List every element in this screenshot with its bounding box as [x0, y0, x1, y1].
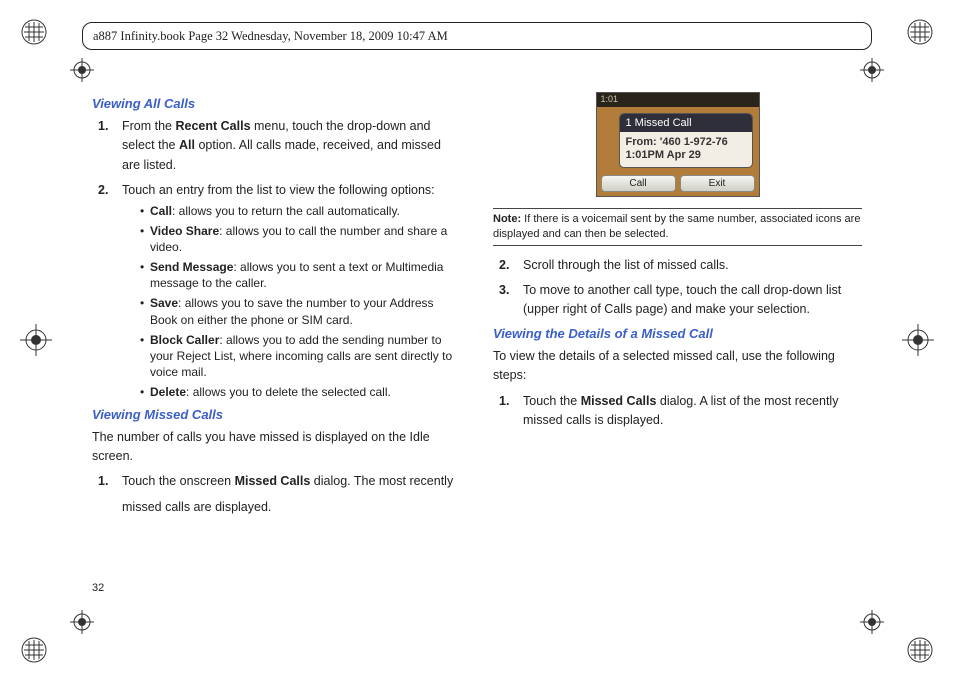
step-number: 2.	[98, 181, 108, 200]
step-continuation: missed calls are displayed.	[122, 498, 461, 517]
step-number: 1.	[499, 392, 509, 411]
body-paragraph: To view the details of a selected missed…	[493, 347, 862, 386]
phone-mock: 1:01 1 Missed Call From: '460 1-972-76 1…	[596, 92, 760, 197]
step-text: Touch an entry from the list to view the…	[122, 183, 435, 197]
body-paragraph: The number of calls you have missed is d…	[92, 428, 461, 467]
bullet-text: : allows you to save the number to your …	[150, 296, 434, 326]
printer-mark-crosshair-icon	[20, 324, 52, 356]
page-number: 32	[92, 582, 104, 594]
section-heading-details-missed-call: Viewing the Details of a Missed Call	[493, 326, 862, 341]
numbered-step: 1. From the Recent Calls menu, touch the…	[98, 117, 461, 175]
ui-term: Missed Calls	[581, 394, 657, 408]
dialog-time-line: 1:01PM Apr 29	[626, 149, 746, 161]
bullet-item: Video Share: allows you to call the numb…	[140, 223, 461, 255]
ui-term: Delete	[150, 385, 186, 399]
bullet-item: Save: allows you to save the number to y…	[140, 295, 461, 327]
printer-mark-crosshair-icon	[902, 324, 934, 356]
phone-statusbar: 1:01	[597, 93, 759, 107]
running-header: a887 Infinity.book Page 32 Wednesday, No…	[82, 22, 872, 50]
printer-mark-hatch-icon	[20, 636, 48, 664]
section-heading-viewing-missed-calls: Viewing Missed Calls	[92, 407, 461, 422]
missed-call-dialog: 1 Missed Call From: '460 1-972-76 1:01PM…	[619, 113, 753, 168]
dialog-from-line: From: '460 1-972-76	[626, 136, 746, 148]
ui-term: Video Share	[150, 224, 219, 238]
ui-term: Recent Calls	[176, 119, 251, 133]
printer-mark-hatch-icon	[20, 18, 48, 46]
numbered-step: 2. Scroll through the list of missed cal…	[499, 256, 862, 275]
step-text: Touch the onscreen	[122, 474, 235, 488]
step-text: From the	[122, 119, 176, 133]
note-box: Note: If there is a voicemail sent by th…	[493, 208, 862, 246]
ui-term: All	[179, 138, 195, 152]
printer-mark-crosshair-icon	[860, 610, 884, 634]
softkey-exit-button[interactable]: Exit	[680, 175, 755, 192]
numbered-step: 1. Touch the onscreen Missed Calls dialo…	[98, 472, 461, 491]
step-text: dialog. The most recently	[310, 474, 453, 488]
bullet-item: Block Caller: allows you to add the send…	[140, 332, 461, 381]
ui-term: Block Caller	[150, 333, 219, 347]
bullet-text: : allows you to return the call automati…	[172, 204, 400, 218]
note-text: If there is a voicemail sent by the same…	[493, 213, 860, 240]
step-text: Touch the	[523, 394, 581, 408]
printer-mark-hatch-icon	[906, 636, 934, 664]
printer-mark-crosshair-icon	[70, 610, 94, 634]
phone-screenshot: 1:01 1 Missed Call From: '460 1-972-76 1…	[493, 92, 862, 202]
numbered-step: 1. Touch the Missed Calls dialog. A list…	[499, 392, 862, 431]
step-number: 1.	[98, 117, 108, 136]
bullet-item: Send Message: allows you to sent a text …	[140, 259, 461, 291]
ui-term: Save	[150, 296, 178, 310]
note-label: Note:	[493, 213, 521, 225]
section-heading-viewing-all-calls: Viewing All Calls	[92, 96, 461, 111]
bullet-item: Delete: allows you to delete the selecte…	[140, 384, 461, 400]
step-text: Scroll through the list of missed calls.	[523, 258, 729, 272]
step-number: 1.	[98, 472, 108, 491]
ui-term: Send Message	[150, 260, 233, 274]
bullet-text: : allows you to delete the selected call…	[186, 385, 391, 399]
softkey-call-button[interactable]: Call	[601, 175, 676, 192]
printer-mark-hatch-icon	[906, 18, 934, 46]
dialog-title: 1 Missed Call	[620, 114, 752, 132]
step-text: To move to another call type, touch the …	[523, 283, 841, 316]
printer-mark-crosshair-icon	[860, 58, 884, 82]
step-number: 3.	[499, 281, 509, 300]
step-number: 2.	[499, 256, 509, 275]
numbered-step: 2. Touch an entry from the list to view …	[98, 181, 461, 400]
ui-term: Missed Calls	[235, 474, 311, 488]
bullet-item: Call: allows you to return the call auto…	[140, 203, 461, 219]
numbered-step: 3. To move to another call type, touch t…	[499, 281, 862, 320]
ui-term: Call	[150, 204, 172, 218]
printer-mark-crosshair-icon	[70, 58, 94, 82]
